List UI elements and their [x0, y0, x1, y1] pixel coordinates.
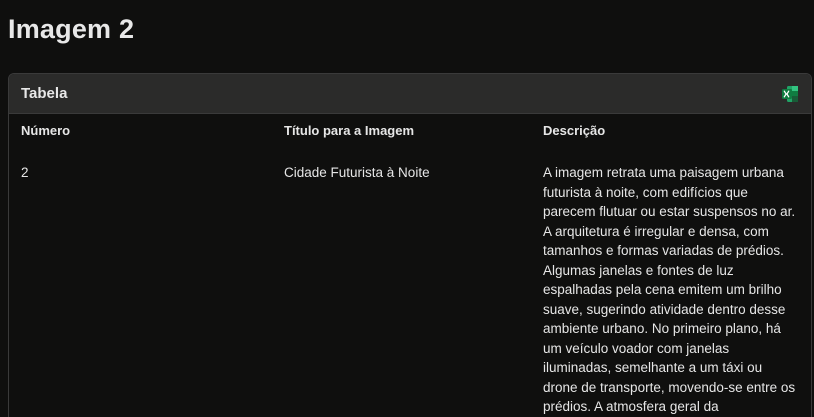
cell-descricao: A imagem retrata uma paisagem urbana fut… — [543, 165, 796, 414]
card-title: Tabela — [21, 85, 68, 102]
page-title: Imagem 2 — [8, 14, 135, 44]
cell-titulo: Cidade Futurista à Noite — [284, 165, 430, 180]
excel-icon-graphic — [782, 85, 798, 102]
card-header: Tabela — [9, 74, 811, 114]
cell-numero: 2 — [21, 165, 29, 180]
excel-icon[interactable] — [781, 85, 799, 103]
table-header-row: Número Título para a Imagem Descrição — [9, 114, 811, 148]
data-table: Número Título para a Imagem Descrição 2 … — [9, 114, 811, 417]
column-header-titulo[interactable]: Título para a Imagem — [284, 114, 543, 148]
page: Imagem 2 Tabela Número Título para a Ima — [0, 0, 814, 417]
column-header-descricao[interactable]: Descrição — [543, 114, 811, 148]
table-row: 2 Cidade Futurista à Noite A imagem retr… — [9, 148, 811, 417]
table-card: Tabela Número Título para a Imagem Descr… — [8, 73, 812, 417]
column-header-numero[interactable]: Número — [9, 114, 284, 148]
